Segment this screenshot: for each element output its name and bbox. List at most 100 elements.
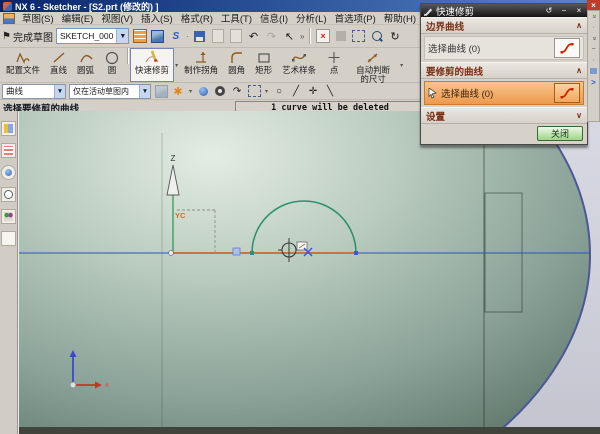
resource-blank-icon[interactable]	[1, 231, 16, 246]
toolbar-overflow-chevron[interactable]: »	[300, 32, 304, 41]
menu-format[interactable]: 格式(R)	[177, 11, 217, 25]
zoom-icon[interactable]	[369, 29, 384, 44]
end-point-snap-icon[interactable]	[196, 85, 210, 98]
sphere-model[interactable]	[19, 111, 590, 434]
roles-icon[interactable]	[1, 209, 16, 224]
save-button[interactable]	[192, 29, 207, 44]
constraint-navigator-icon[interactable]	[1, 143, 16, 158]
menu-information[interactable]: 信息(I)	[256, 11, 292, 25]
line-icon	[51, 50, 67, 65]
dock-panel-icon[interactable]	[590, 68, 597, 74]
arc-endpoint-left[interactable]	[250, 251, 254, 255]
assembly-navigator-icon[interactable]	[1, 121, 16, 136]
toolbar-overflow-dot[interactable]: ·	[186, 32, 189, 41]
scope-filter-value: 仅在活动草图内	[70, 86, 139, 97]
dock-chevron-icon[interactable]: »	[590, 15, 597, 19]
trim-curve-button[interactable]	[554, 83, 580, 103]
menu-analysis[interactable]: 分析(L)	[292, 11, 331, 25]
dialog-minimize-button[interactable]: −	[558, 5, 570, 16]
sketch-name-combo[interactable]: SKETCH_000 ▼	[56, 28, 129, 44]
expand-panel-arrow[interactable]: >	[591, 78, 596, 87]
menu-tools[interactable]: 工具(T)	[217, 11, 256, 25]
wcs-origin[interactable]	[70, 382, 76, 388]
arc-endpoint-right[interactable]	[354, 251, 358, 255]
menu-insert[interactable]: 插入(S)	[137, 11, 177, 25]
copy-icon	[210, 29, 225, 44]
trim-select-curve-row[interactable]: 选择曲线 (0)	[424, 81, 584, 105]
collapse-chevron-icon[interactable]: ∧	[576, 66, 582, 75]
profile-button[interactable]: 配置文件	[1, 48, 45, 82]
slash-snap-icon: ╱	[289, 85, 303, 98]
dialog-reset-button[interactable]: ↺	[543, 5, 555, 16]
settings-section-header[interactable]: 设置 ∨	[421, 107, 587, 124]
chevron-down-icon[interactable]: ▼	[139, 85, 150, 98]
delete-button[interactable]: ×	[315, 29, 330, 44]
rotate-view-icon[interactable]: ↻	[387, 29, 402, 44]
arc-icon	[78, 50, 94, 65]
point-button[interactable]: 点	[321, 48, 347, 82]
quick-trim-button[interactable]: 快速修剪	[130, 48, 174, 82]
history-icon[interactable]	[1, 187, 16, 202]
snap-point-dropdown-arrow[interactable]: ▾	[189, 88, 192, 95]
reattach-icon[interactable]: S	[168, 29, 183, 44]
sketch-origin-point[interactable]	[169, 251, 174, 256]
close-button[interactable]: 关闭	[537, 126, 583, 141]
general-selection-icon	[154, 85, 168, 98]
zoom-box-icon[interactable]	[351, 29, 366, 44]
paste-icon	[228, 29, 243, 44]
line-button[interactable]: 直线	[45, 48, 72, 82]
expand-chevron-icon[interactable]: ∨	[576, 111, 582, 120]
orient-view-icon[interactable]	[150, 29, 165, 44]
boundary-curve-button[interactable]	[554, 38, 580, 58]
boundary-curves-section-header[interactable]: 边界曲线 ∧	[421, 17, 587, 34]
menu-help[interactable]: 帮助(H)	[380, 11, 420, 25]
dialog-footer: 关闭	[421, 124, 587, 144]
inferred-dimension-button[interactable]: 自动判断的尺寸	[347, 48, 399, 82]
midpoint-handle[interactable]	[233, 248, 240, 255]
menu-preferences[interactable]: 首选项(P)	[331, 11, 380, 25]
fillet-button[interactable]: 圆角	[223, 48, 250, 82]
dialog-title-bar[interactable]: 快速修剪 ↺ − ×	[421, 4, 587, 17]
nx-application-window: NX 6 - Sketcher - [S2.prt (修改的) ] 草图(S) …	[0, 0, 600, 434]
quick-trim-dialog: 快速修剪 ↺ − × 边界曲线 ∧ 选择曲线 (0) 要修剪的曲线 ∧ 选择曲线…	[420, 3, 588, 145]
circle-button[interactable]: 圆	[99, 48, 125, 82]
point-icon	[326, 50, 342, 65]
redo-button: ↷	[264, 29, 279, 44]
sketch-style-icon[interactable]	[132, 29, 147, 44]
app-close-button[interactable]: ×	[587, 0, 600, 10]
rectangle-button[interactable]: 矩形	[250, 48, 277, 82]
canvas-bottom-shadow	[19, 427, 600, 434]
chevron-down-icon[interactable]: ▼	[54, 85, 65, 98]
fit-view-icon	[333, 29, 348, 44]
studio-spline-button[interactable]: 艺术样条	[277, 48, 321, 82]
selection-cursor-icon[interactable]: ↖	[282, 29, 297, 44]
rectangle-select-dropdown-arrow[interactable]: ▾	[265, 88, 268, 95]
select-cursor-icon	[428, 88, 438, 99]
type-filter-combo[interactable]: 曲线 ▼	[2, 84, 66, 99]
curves-to-trim-section-header[interactable]: 要修剪的曲线 ∧	[421, 62, 587, 79]
snap-point-icon[interactable]: ✱	[171, 85, 185, 98]
make-corner-button[interactable]: 制作拐角	[179, 48, 223, 82]
dialog-close-icon[interactable]: ×	[573, 5, 585, 16]
menu-view[interactable]: 视图(V)	[97, 11, 137, 25]
chevron-down-icon[interactable]: ▼	[116, 29, 128, 43]
rectangle-select-icon[interactable]	[247, 85, 261, 98]
finish-sketch-button[interactable]: ⚑ 完成草图	[2, 29, 53, 44]
undo-button[interactable]: ↶	[246, 29, 261, 44]
sketch-name-value: SKETCH_000	[57, 31, 116, 41]
mid-point-snap-icon[interactable]	[213, 85, 227, 98]
collapse-chevron-icon[interactable]: ∧	[576, 21, 582, 30]
scope-filter-combo[interactable]: 仅在活动草图内 ▼	[69, 84, 151, 99]
quick-trim-dropdown-arrow[interactable]: ▾	[175, 62, 178, 69]
boundary-select-curve-row[interactable]: 选择曲线 (0)	[424, 36, 584, 60]
intersection-snap-icon: ↷	[230, 85, 244, 98]
inferred-dimension-dropdown-arrow[interactable]: ▾	[400, 62, 403, 69]
arc-button[interactable]: 圆弧	[72, 48, 99, 82]
menu-edit[interactable]: 编辑(E)	[58, 11, 98, 25]
dock-chevron-icon[interactable]: »	[590, 37, 597, 41]
graphics-window[interactable]: Z YC	[18, 111, 600, 434]
menu-sketch[interactable]: 草图(S)	[18, 11, 58, 25]
internet-explorer-icon[interactable]	[1, 165, 16, 180]
axis-yc-label: YC	[175, 211, 186, 220]
graphics-scene: Z YC	[19, 111, 600, 434]
